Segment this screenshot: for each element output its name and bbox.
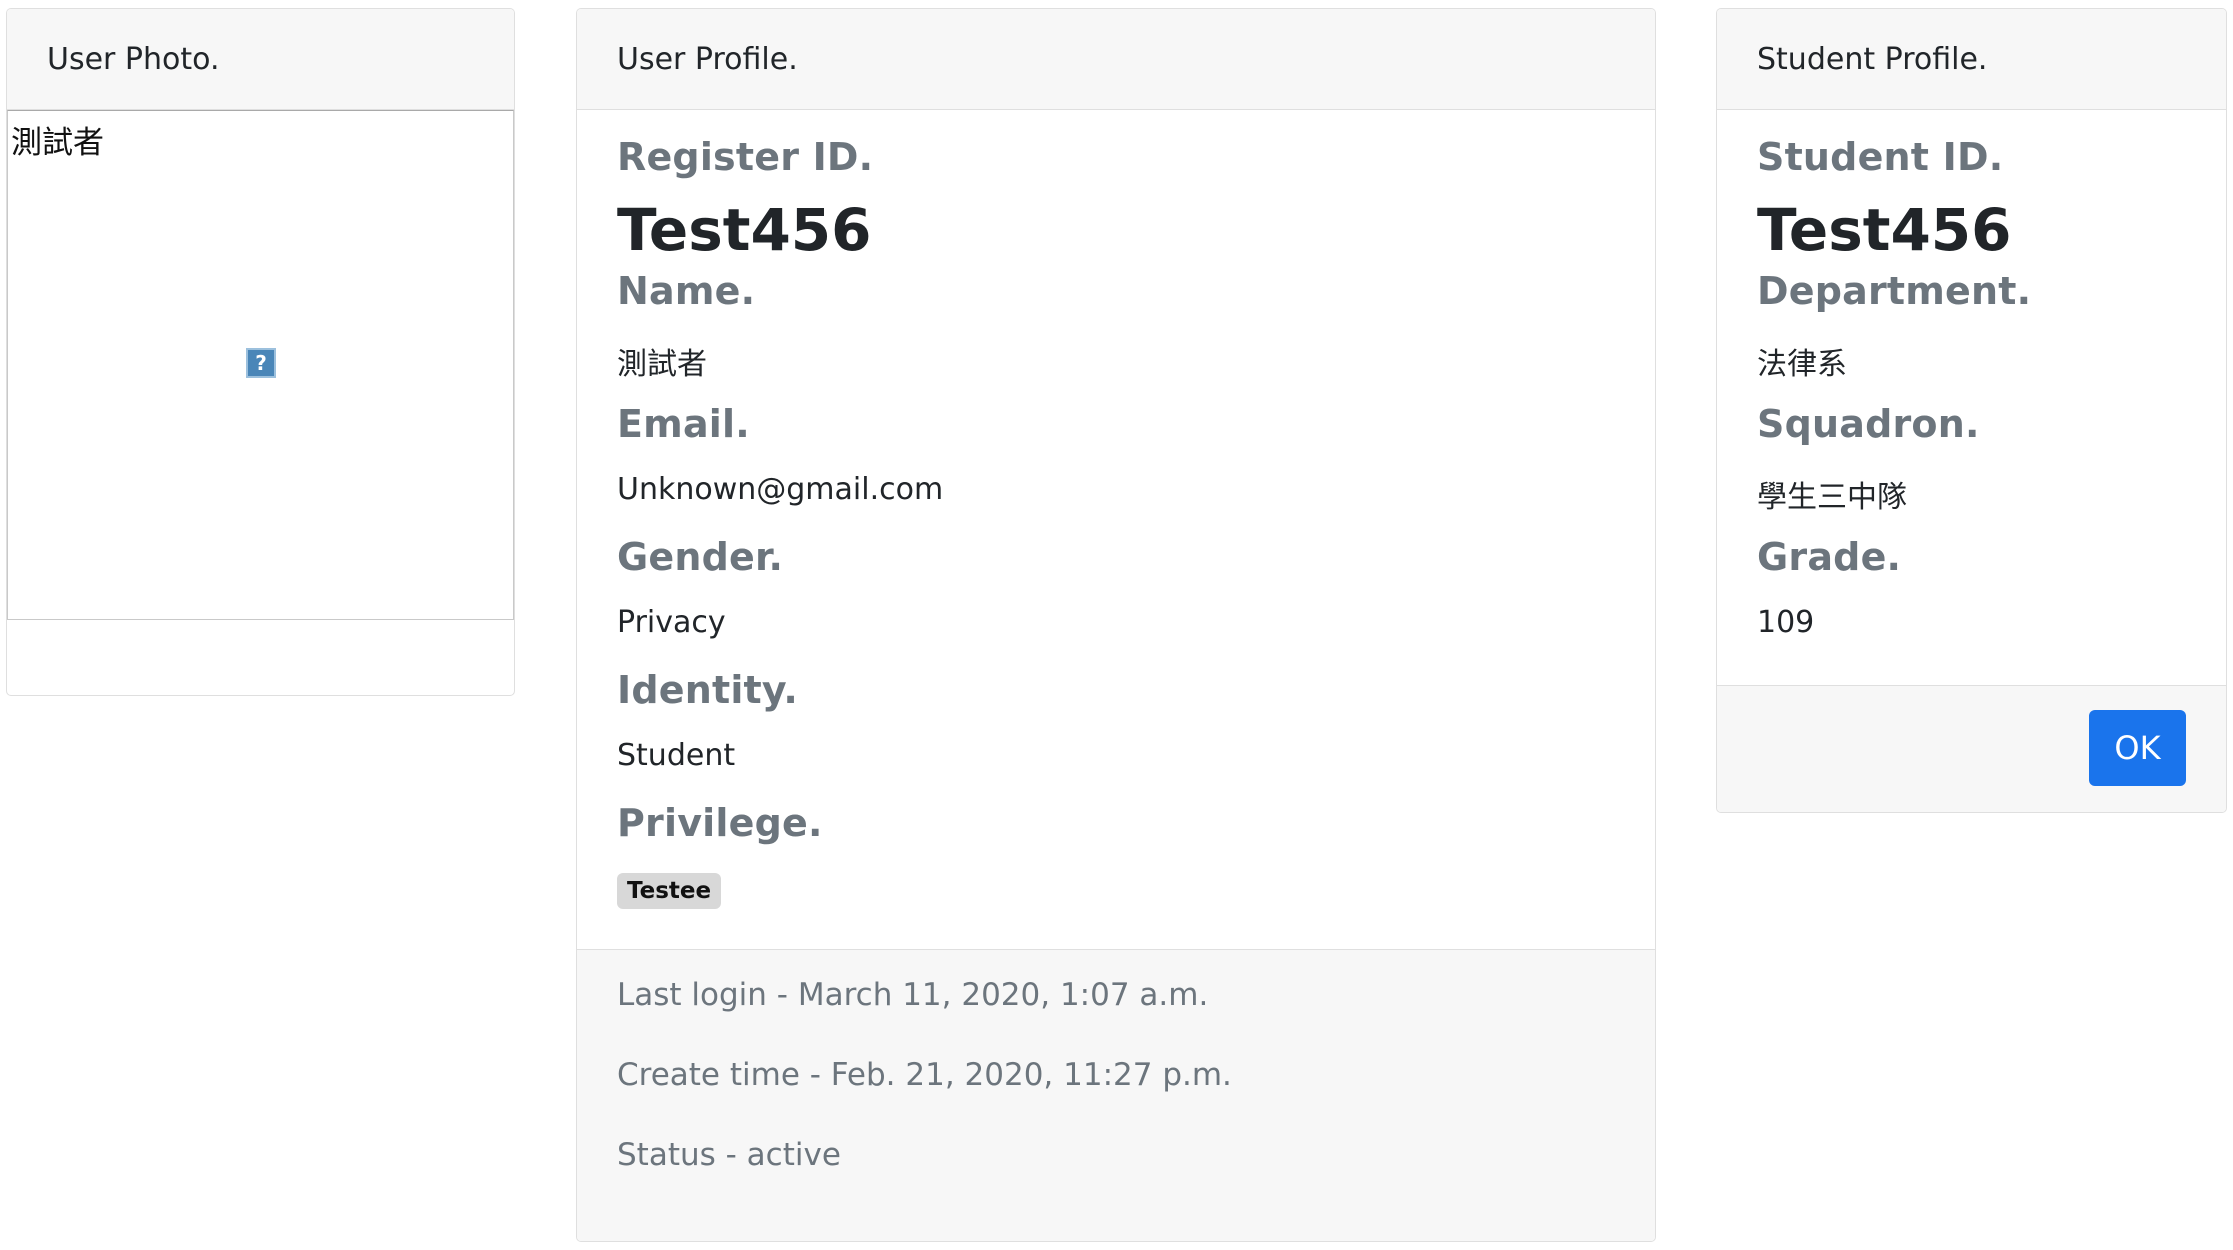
squadron-value: 學生三中隊 <box>1757 480 1907 515</box>
last-login-text: Last login - March 11, 2020, 1:07 a.m. <box>617 977 1209 1013</box>
user-photo-header: User Photo. <box>7 9 514 110</box>
name-label: Name. <box>617 269 756 313</box>
name-value: 測試者 <box>617 347 707 382</box>
privilege-badge-wrap: Testee <box>617 873 722 909</box>
user-profile-header: User Profile. <box>577 9 1655 110</box>
privilege-badge: Testee <box>617 873 722 909</box>
department-value: 法律系 <box>1757 347 1847 382</box>
student-id-value: Test456 <box>1757 196 2012 264</box>
ok-button[interactable]: OK <box>2089 710 2186 786</box>
gender-label: Gender. <box>617 535 784 579</box>
create-time-text: Create time - Feb. 21, 2020, 11:27 p.m. <box>617 1057 1232 1093</box>
squadron-label: Squadron. <box>1757 402 1980 446</box>
user-profile-footer: Last login - March 11, 2020, 1:07 a.m. C… <box>577 949 1655 1241</box>
register-id-value: Test456 <box>617 196 872 264</box>
broken-image-icon: ? <box>246 348 276 378</box>
user-profile-card: User Profile. Register ID. Test456 Name.… <box>576 8 1656 1242</box>
register-id-label: Register ID. <box>617 135 874 179</box>
grade-label: Grade. <box>1757 535 1902 579</box>
identity-value: Student <box>617 738 736 773</box>
gender-value: Privacy <box>617 605 726 640</box>
identity-label: Identity. <box>617 668 799 712</box>
user-photo-frame: 測試者 ? <box>7 110 514 620</box>
student-id-label: Student ID. <box>1757 135 2004 179</box>
student-profile-header: Student Profile. <box>1717 9 2226 110</box>
student-profile-card: Student Profile. Student ID. Test456 Dep… <box>1716 8 2227 813</box>
student-profile-footer: OK <box>1717 685 2226 812</box>
grade-value: 109 <box>1757 605 1815 640</box>
privilege-label: Privilege. <box>617 801 823 845</box>
department-label: Department. <box>1757 269 2032 313</box>
user-photo-alt-text: 測試者 <box>11 125 104 161</box>
email-label: Email. <box>617 402 750 446</box>
email-value: Unknown@gmail.com <box>617 472 944 507</box>
status-text: Status - active <box>617 1137 841 1173</box>
user-photo-card: User Photo. 測試者 ? <box>6 8 515 696</box>
